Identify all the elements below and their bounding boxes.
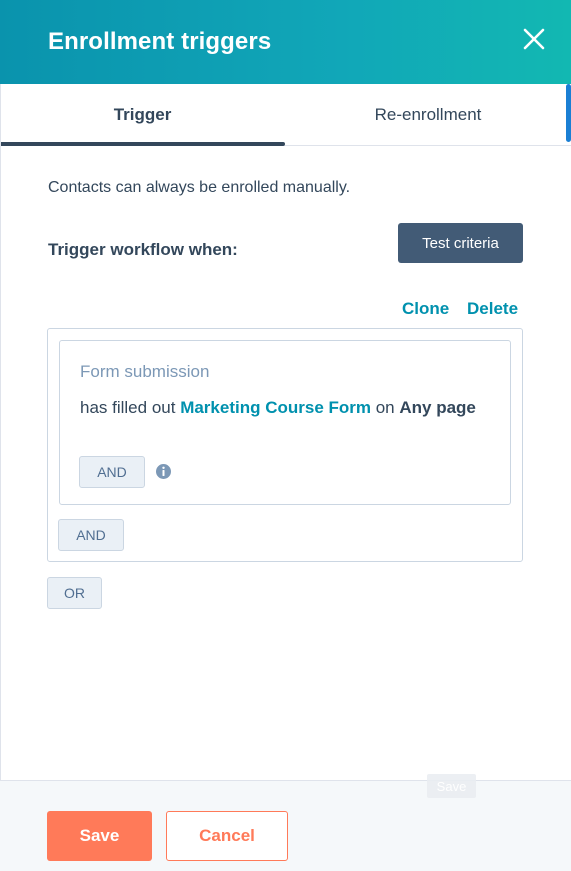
or-button[interactable]: OR bbox=[47, 577, 102, 609]
active-tab-indicator bbox=[0, 142, 285, 146]
filter-middle: on bbox=[371, 398, 400, 417]
manual-enroll-note: Contacts can always be enrolled manually… bbox=[48, 179, 351, 196]
test-criteria-button[interactable]: Test criteria bbox=[398, 223, 523, 263]
form-name: Marketing Course Form bbox=[180, 398, 371, 417]
filter-prefix: has filled out bbox=[80, 398, 181, 417]
panel-left-border bbox=[0, 84, 1, 780]
and-button-outer[interactable]: AND bbox=[58, 519, 124, 551]
tab-trigger-label: Trigger bbox=[113, 105, 172, 124]
delete-button[interactable]: Delete bbox=[467, 299, 518, 319]
close-icon[interactable] bbox=[523, 28, 545, 50]
tab-trigger[interactable]: Trigger bbox=[0, 84, 285, 146]
filter-type: Form submission bbox=[80, 362, 210, 381]
tab-bar: Trigger Re-enrollment bbox=[0, 84, 571, 146]
info-icon[interactable] bbox=[155, 463, 172, 480]
and-button-inner[interactable]: AND bbox=[79, 456, 145, 488]
ghost-save-tooltip: Save bbox=[427, 774, 476, 798]
filter-page: Any page bbox=[399, 398, 476, 417]
clone-button[interactable]: Clone bbox=[402, 299, 449, 319]
scrollbar[interactable] bbox=[566, 84, 571, 142]
filter-description: has filled out Marketing Course Form on … bbox=[80, 393, 500, 423]
panel-title: Enrollment triggers bbox=[48, 28, 272, 55]
panel-header: Enrollment triggers bbox=[0, 0, 571, 84]
tab-re-enrollment-label: Re-enrollment bbox=[374, 105, 482, 124]
trigger-heading: Trigger workflow when: bbox=[48, 240, 238, 259]
tab-re-enrollment[interactable]: Re-enrollment bbox=[285, 84, 571, 146]
save-button[interactable]: Save bbox=[47, 811, 152, 861]
cancel-button[interactable]: Cancel bbox=[166, 811, 288, 861]
